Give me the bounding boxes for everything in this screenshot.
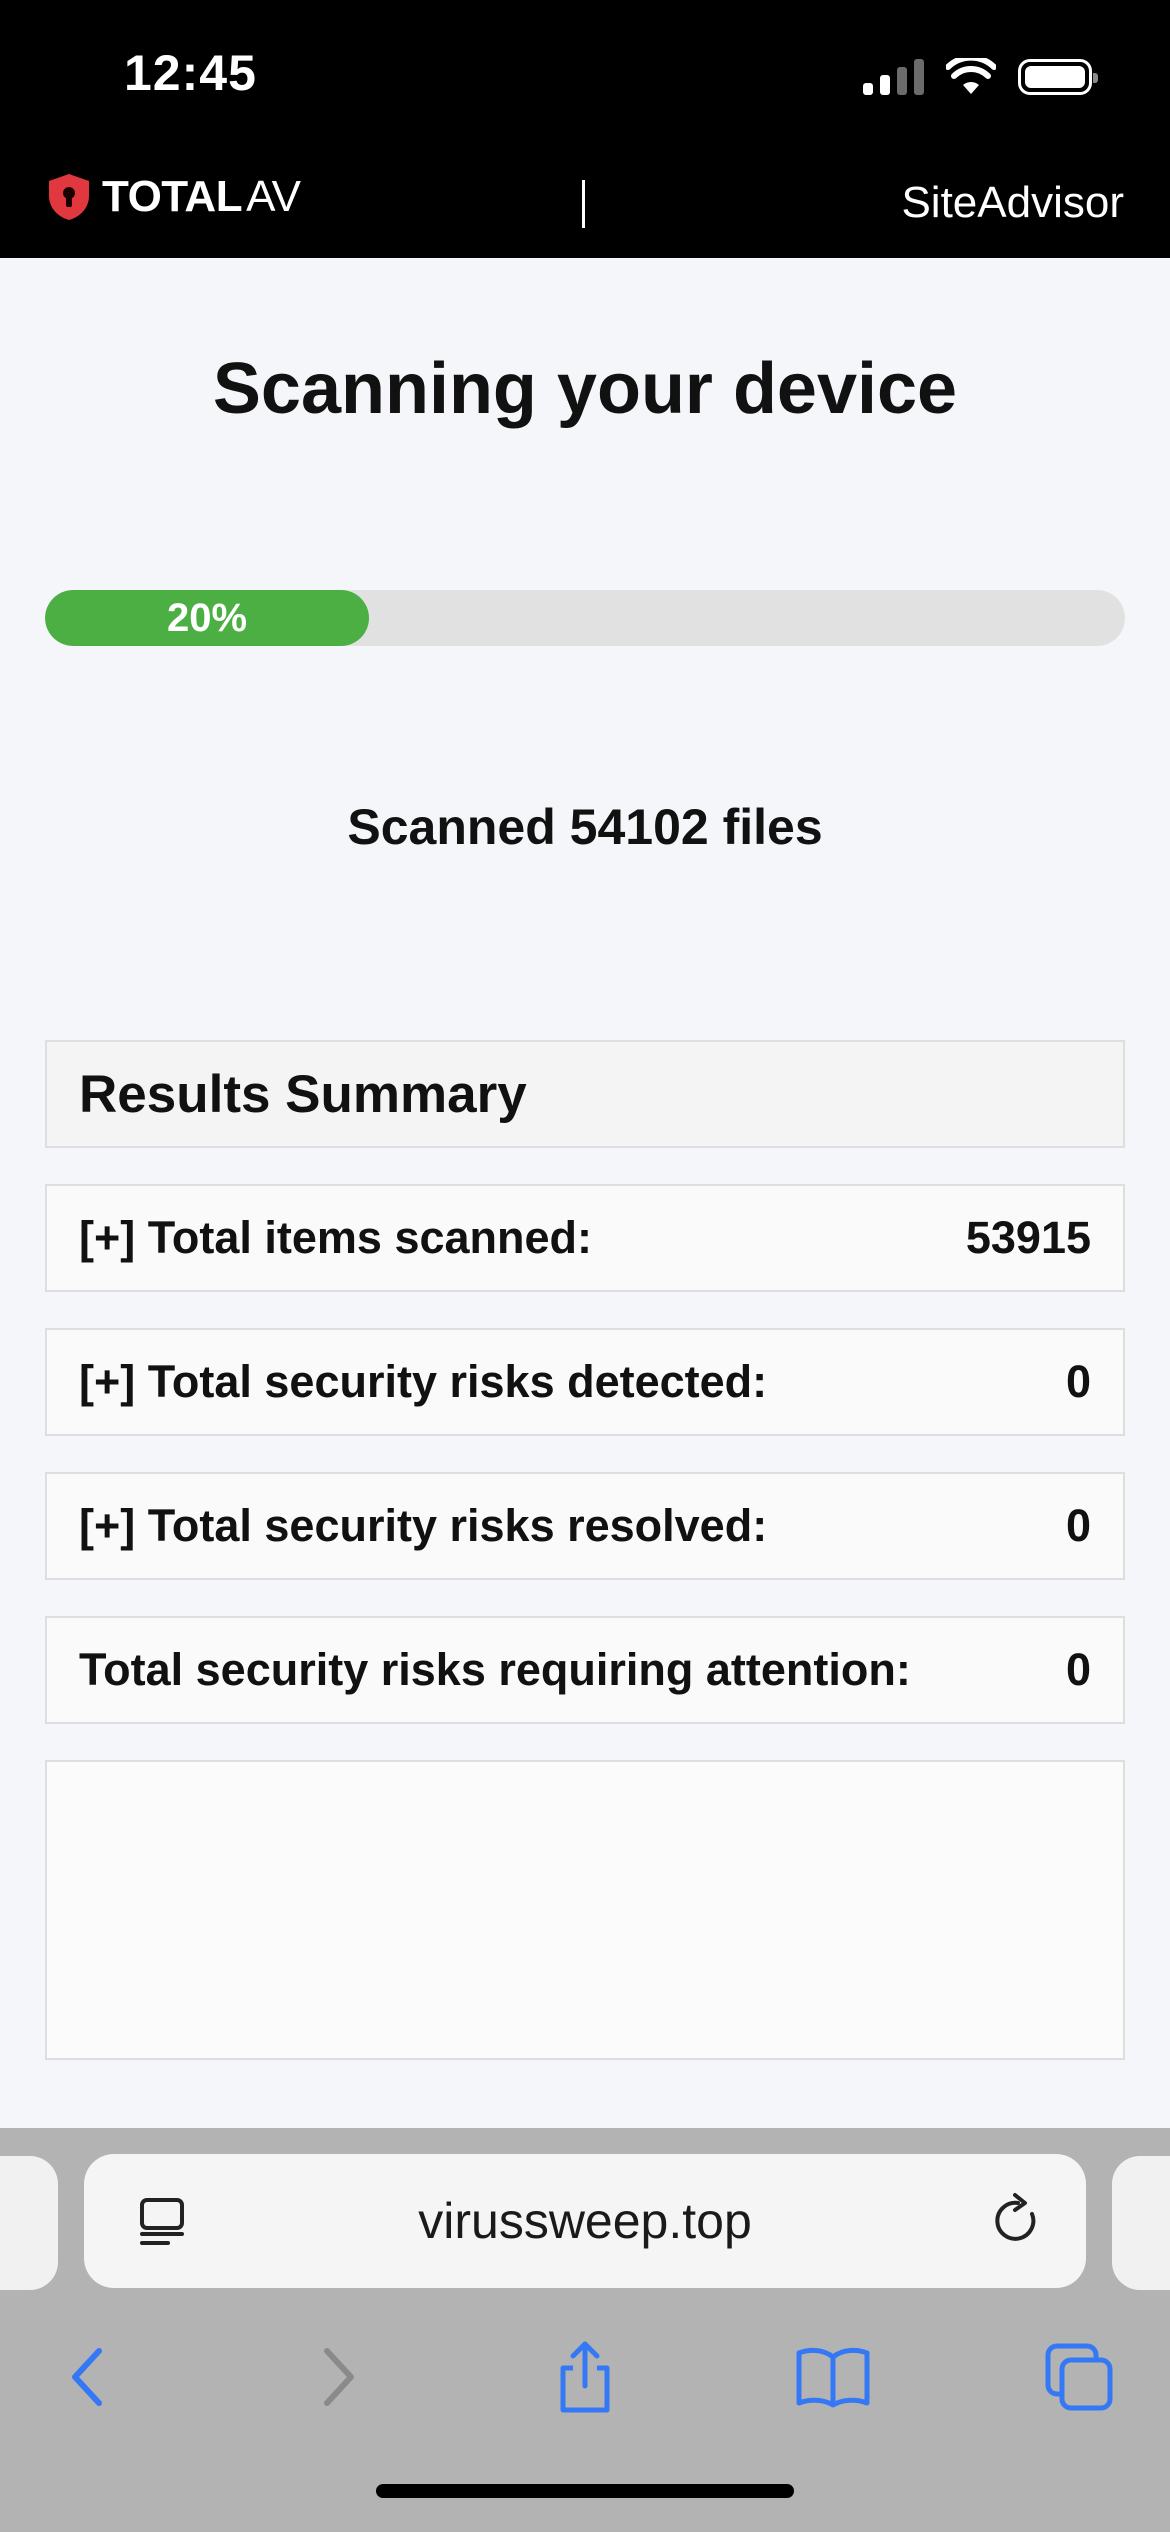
logo-wordmark: TOTAL AV (102, 172, 301, 222)
back-button[interactable] (32, 2322, 142, 2432)
address-bar[interactable]: virussweep.top (84, 2154, 1086, 2288)
url-text: virussweep.top (418, 2193, 752, 2249)
logo-bold-text: TOTAL (102, 172, 243, 221)
tabs-button[interactable] (1024, 2322, 1134, 2432)
home-indicator (376, 2484, 794, 2498)
bookmarks-button[interactable] (778, 2322, 888, 2432)
cellular-signal-icon (863, 59, 924, 95)
scan-status-text: Scanned 54102 files (347, 799, 823, 855)
previous-tab-peek[interactable] (0, 2156, 58, 2290)
result-row-items-scanned[interactable]: [+] Total items scanned: 53915 (45, 1184, 1125, 1292)
result-row-risks-detected[interactable]: [+] Total security risks detected: 0 (45, 1328, 1125, 1436)
result-row-risks-attention: Total security risks requiring attention… (45, 1616, 1125, 1724)
forward-button[interactable] (284, 2322, 394, 2432)
result-label: [+] Total items scanned: (79, 1212, 593, 1263)
results-summary-heading: Results Summary (45, 1040, 1125, 1148)
share-icon (560, 2341, 610, 2413)
header-divider (582, 180, 585, 228)
siteadvisor-link[interactable]: SiteAdvisor (901, 178, 1124, 228)
reload-icon[interactable] (988, 2192, 1046, 2250)
share-button[interactable] (530, 2322, 640, 2432)
totalav-logo[interactable]: TOTAL AV (46, 172, 301, 222)
scan-progress-fill: 20% (45, 590, 369, 646)
browser-bottom-bar: virussweep.top (0, 2128, 1170, 2532)
result-label: Total security risks requiring attention… (79, 1644, 911, 1695)
result-row-risks-resolved[interactable]: [+] Total security risks resolved: 0 (45, 1472, 1125, 1580)
scan-progress-bar: 20% (45, 590, 1125, 646)
result-value: 0 (1065, 1644, 1091, 1695)
progress-percent-label: 20% (166, 595, 248, 640)
browser-toolbar (0, 2322, 1170, 2432)
result-label: [+] Total security risks detected: (79, 1356, 768, 1407)
next-tab-peek[interactable] (1112, 2156, 1170, 2290)
status-icons (863, 54, 1098, 100)
status-time: 12:45 (124, 45, 257, 101)
site-header: TOTAL AV SiteAdvisor (0, 160, 1170, 258)
page-title: Scanning your device (212, 349, 958, 429)
chevron-right-icon (324, 2348, 354, 2406)
result-value: 53915 (965, 1212, 1091, 1263)
result-value: 0 (1065, 1356, 1091, 1407)
battery-icon (1018, 59, 1098, 95)
result-value: 0 (1065, 1500, 1091, 1551)
details-panel (45, 1760, 1125, 2060)
shield-logo-icon (49, 174, 89, 220)
chevron-left-icon (72, 2348, 102, 2406)
result-label: [+] Total security risks resolved: (79, 1500, 768, 1551)
tabs-icon (1045, 2343, 1113, 2411)
logo-light-text: AV (246, 172, 301, 221)
page-menu-icon[interactable] (134, 2194, 190, 2250)
book-icon (796, 2347, 870, 2408)
top-bar: 12:45 TOTAL AV SiteAdvisor (0, 0, 1170, 258)
wifi-icon (946, 58, 996, 94)
